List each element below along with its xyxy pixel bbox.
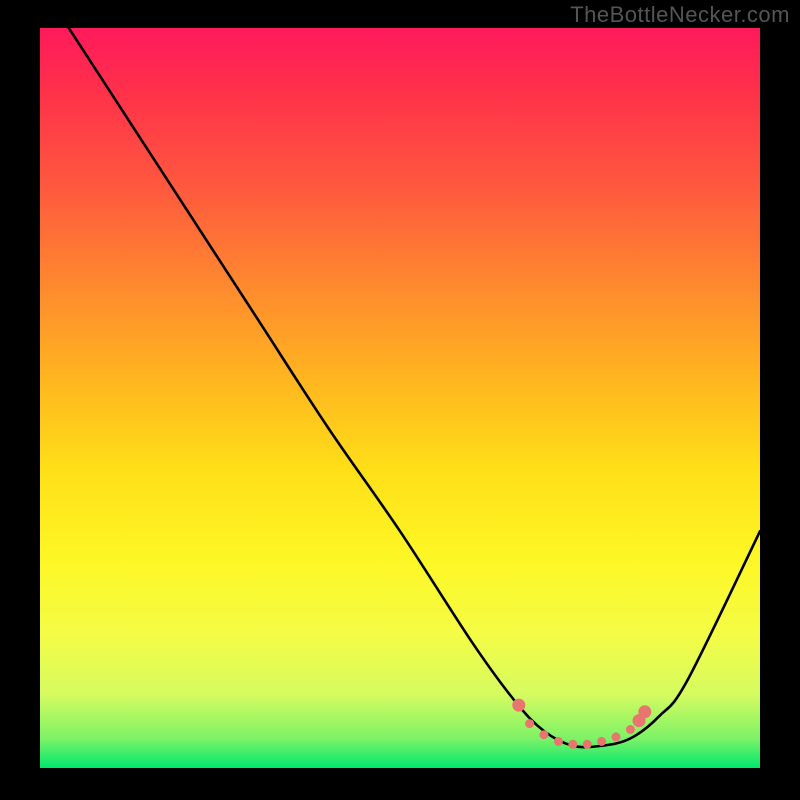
optimal-bead (638, 705, 651, 718)
curve-svg (40, 28, 760, 768)
optimal-bead (597, 737, 606, 746)
optimal-bead (612, 732, 621, 741)
optimal-bead (554, 737, 563, 746)
optimal-bead (525, 719, 534, 728)
optimal-bead (626, 725, 635, 734)
watermark-label: TheBottleNecker.com (570, 2, 790, 28)
optimal-bead (583, 740, 592, 749)
bottleneck-curve (69, 28, 760, 747)
plot-area (40, 28, 760, 768)
optimal-beads-group (512, 699, 651, 749)
optimal-bead (568, 740, 577, 749)
optimal-bead (512, 699, 525, 712)
optimal-bead (540, 730, 549, 739)
chart-container: TheBottleNecker.com (0, 0, 800, 800)
